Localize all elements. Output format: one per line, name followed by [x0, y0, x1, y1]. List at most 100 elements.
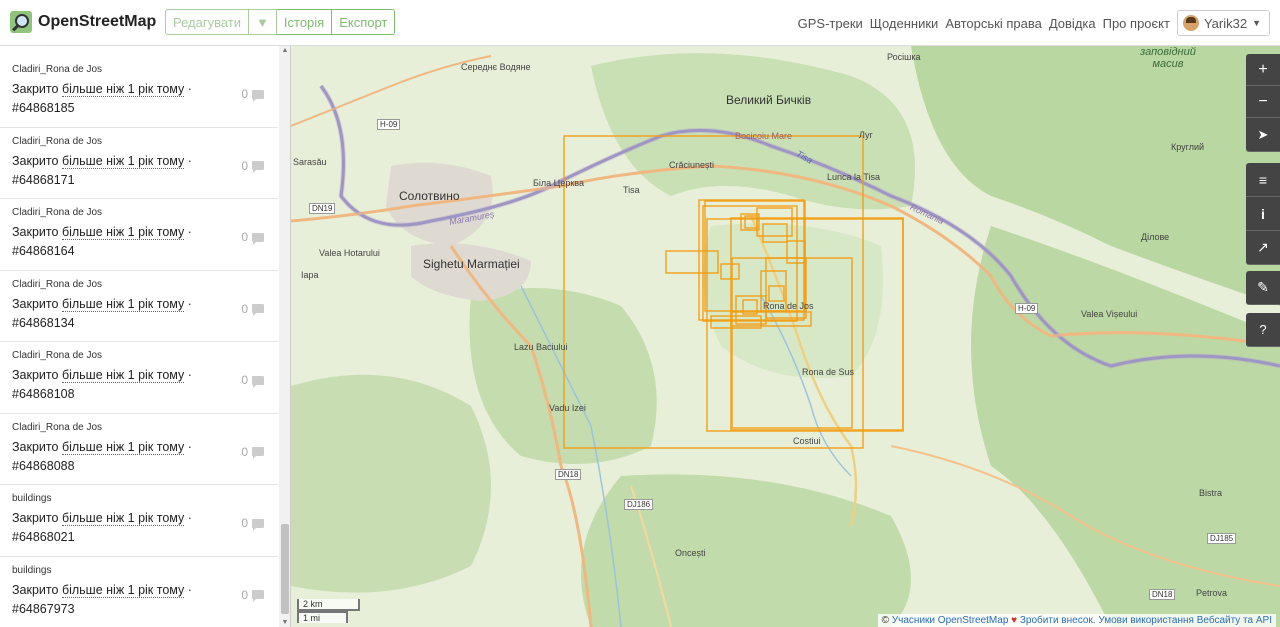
comment-icon — [252, 447, 264, 459]
comment-icon — [252, 304, 264, 316]
nav-diaries[interactable]: Щоденники — [870, 16, 939, 31]
place-label: Oncești — [675, 548, 706, 558]
changeset-status-line: Закрито більше ніж 1 рік тому · — [12, 368, 266, 383]
changeset-status-line: Закрито більше ніж 1 рік тому · — [12, 153, 266, 169]
locate-icon[interactable]: ➤ — [1246, 118, 1280, 152]
place-label: Круглий — [1171, 142, 1205, 152]
zoom-in-button[interactable]: + — [1246, 54, 1280, 86]
add-note-icon[interactable]: ✎ — [1246, 271, 1280, 305]
place-label: Valea Hotarului — [319, 248, 380, 258]
place-label: Солотвино — [399, 189, 460, 203]
list-item[interactable]: Cladiri_Rona de Jos Закрито більше ніж 1… — [0, 414, 278, 485]
place-label: Середнє Водяне — [461, 62, 531, 72]
share-icon[interactable]: ↗ — [1246, 231, 1280, 265]
changeset-status-line: Закрито більше ніж 1 рік тому · — [12, 82, 266, 97]
changeset-comment[interactable]: Cladiri_Rona de Jos — [12, 207, 266, 218]
changeset-status: Закрито — [12, 582, 59, 597]
changeset-sidebar: Cladiri_Rona de Jos Закрито більше ніж 1… — [0, 46, 291, 627]
zoom-out-button[interactable]: − — [1246, 86, 1280, 118]
list-item[interactable]: Cladiri_Rona de Jos Закрито більше ніж 1… — [0, 271, 278, 342]
changeset-date: більше ніж 1 рік тому — [61, 582, 185, 598]
list-item[interactable]: buildings Закрито більше ніж 1 рік тому … — [0, 557, 278, 627]
comment-count: 0 — [241, 588, 264, 602]
edit-dropdown-button[interactable]: ▼ — [249, 9, 277, 35]
avatar — [1182, 15, 1199, 31]
export-button[interactable]: Експорт — [332, 9, 396, 35]
changeset-comment[interactable]: Cladiri_Rona de Jos — [12, 350, 266, 361]
scroll-up-arrow[interactable]: ▲ — [279, 47, 290, 54]
query-features-icon[interactable]: ? — [1246, 313, 1280, 347]
logo-text[interactable]: OpenStreetMap — [38, 13, 156, 31]
place-label: Bocicoiu Mare — [735, 131, 793, 141]
place-label: Vadu Izei — [549, 403, 586, 413]
changeset-id[interactable]: #64868088 — [12, 459, 266, 473]
nav-gps-traces[interactable]: GPS-треки — [798, 16, 863, 31]
changeset-date: більше ніж 1 рік тому — [61, 439, 185, 455]
road-shield: DJ185 — [1207, 533, 1237, 544]
scroll-down-arrow[interactable]: ▼ — [279, 619, 290, 626]
changeset-status: Закрито — [12, 82, 59, 96]
place-label: Росішка — [887, 52, 921, 62]
map-view[interactable]: Великий Бичків Солотвино Sighetu Marmați… — [291, 46, 1280, 627]
road-shield: DN18 — [555, 469, 582, 480]
changeset-date: більше ніж 1 рік тому — [61, 296, 185, 312]
changeset-comment[interactable]: Cladiri_Rona de Jos — [12, 279, 266, 290]
history-button[interactable]: Історія — [276, 9, 333, 35]
changeset-id[interactable]: #64868108 — [12, 387, 266, 401]
changeset-id[interactable]: #64868134 — [12, 316, 266, 330]
comment-count: 0 — [241, 302, 264, 316]
list-item[interactable]: buildings Закрито більше ніж 1 рік тому … — [0, 485, 278, 557]
changeset-id[interactable]: #64868164 — [12, 244, 266, 258]
road-shield: DN18 — [1149, 589, 1176, 600]
contributors-link[interactable]: Учасники OpenStreetMap — [892, 615, 1009, 626]
user-name: Yarik32 — [1203, 15, 1248, 31]
nav-about[interactable]: Про проєкт — [1103, 16, 1170, 31]
nav-help[interactable]: Довідка — [1049, 16, 1096, 31]
changeset-comment[interactable]: Cladiri_Rona de Jos — [12, 136, 266, 147]
changeset-id[interactable]: #64868021 — [12, 530, 266, 544]
separator: · — [187, 582, 192, 597]
sidebar-scrollbar[interactable]: ▲ ▼ — [279, 46, 290, 627]
changeset-comment[interactable]: buildings — [12, 565, 266, 576]
user-menu[interactable]: Yarik32 ▼ — [1176, 10, 1270, 36]
logo[interactable]: OpenStreetMap — [10, 11, 156, 33]
place-label: Sarasău — [293, 157, 327, 167]
donate-link[interactable]: Зробити внесок. — [1020, 615, 1096, 626]
nav-copyright[interactable]: Авторські права — [945, 16, 1042, 31]
comment-count-value: 0 — [241, 373, 248, 387]
changeset-id[interactable]: #64867973 — [12, 602, 266, 616]
changeset-comment[interactable]: buildings — [12, 493, 266, 504]
separator: · — [187, 225, 192, 239]
place-label: Rona de Sus — [802, 367, 855, 377]
changeset-status-line: Закрито більше ніж 1 рік тому · — [12, 225, 266, 240]
layers-icon[interactable]: ≡ — [1246, 163, 1280, 197]
list-item[interactable]: Cladiri_Rona de Jos Закрито більше ніж 1… — [0, 56, 278, 128]
changeset-id[interactable]: #64868171 — [12, 173, 266, 187]
changeset-comment[interactable]: Cladiri_Rona de Jos — [12, 422, 266, 433]
comment-count-value: 0 — [241, 516, 248, 530]
comment-count: 0 — [241, 87, 264, 102]
list-item[interactable]: Cladiri_Rona de Jos Закрито більше ніж 1… — [0, 342, 278, 414]
list-item[interactable]: Cladiri_Rona de Jos Закрито більше ніж 1… — [0, 128, 278, 199]
changeset-date: більше ніж 1 рік тому — [61, 368, 185, 383]
comment-icon — [252, 89, 264, 102]
separator: · — [187, 82, 192, 96]
place-label: Tisa — [623, 185, 640, 195]
terms-link[interactable]: Умови використання Вебсайту та API — [1098, 615, 1272, 626]
info-icon[interactable]: i — [1246, 197, 1280, 231]
separator: · — [187, 368, 192, 382]
edit-button[interactable]: Редагувати — [165, 9, 250, 35]
place-label: Petrova — [1196, 588, 1228, 598]
scrollbar-thumb[interactable] — [281, 524, 289, 614]
place-label: Costiui — [793, 436, 821, 446]
copyright-symbol: © — [881, 615, 890, 626]
place-label: Великий Бичків — [726, 93, 812, 107]
place-label: Sighetu Marmației — [423, 257, 520, 271]
edit-button-group: Редагувати ▼ Історія Експорт — [165, 9, 396, 35]
osm-logo-icon[interactable] — [10, 11, 32, 33]
list-item[interactable]: Cladiri_Rona de Jos Закрито більше ніж 1… — [0, 199, 278, 271]
changeset-comment[interactable]: Cladiri_Rona de Jos — [12, 64, 266, 75]
changeset-id[interactable]: #64868185 — [12, 101, 266, 115]
place-label: Iapa — [301, 270, 319, 280]
place-label: Lunca la Tisa — [827, 172, 881, 182]
